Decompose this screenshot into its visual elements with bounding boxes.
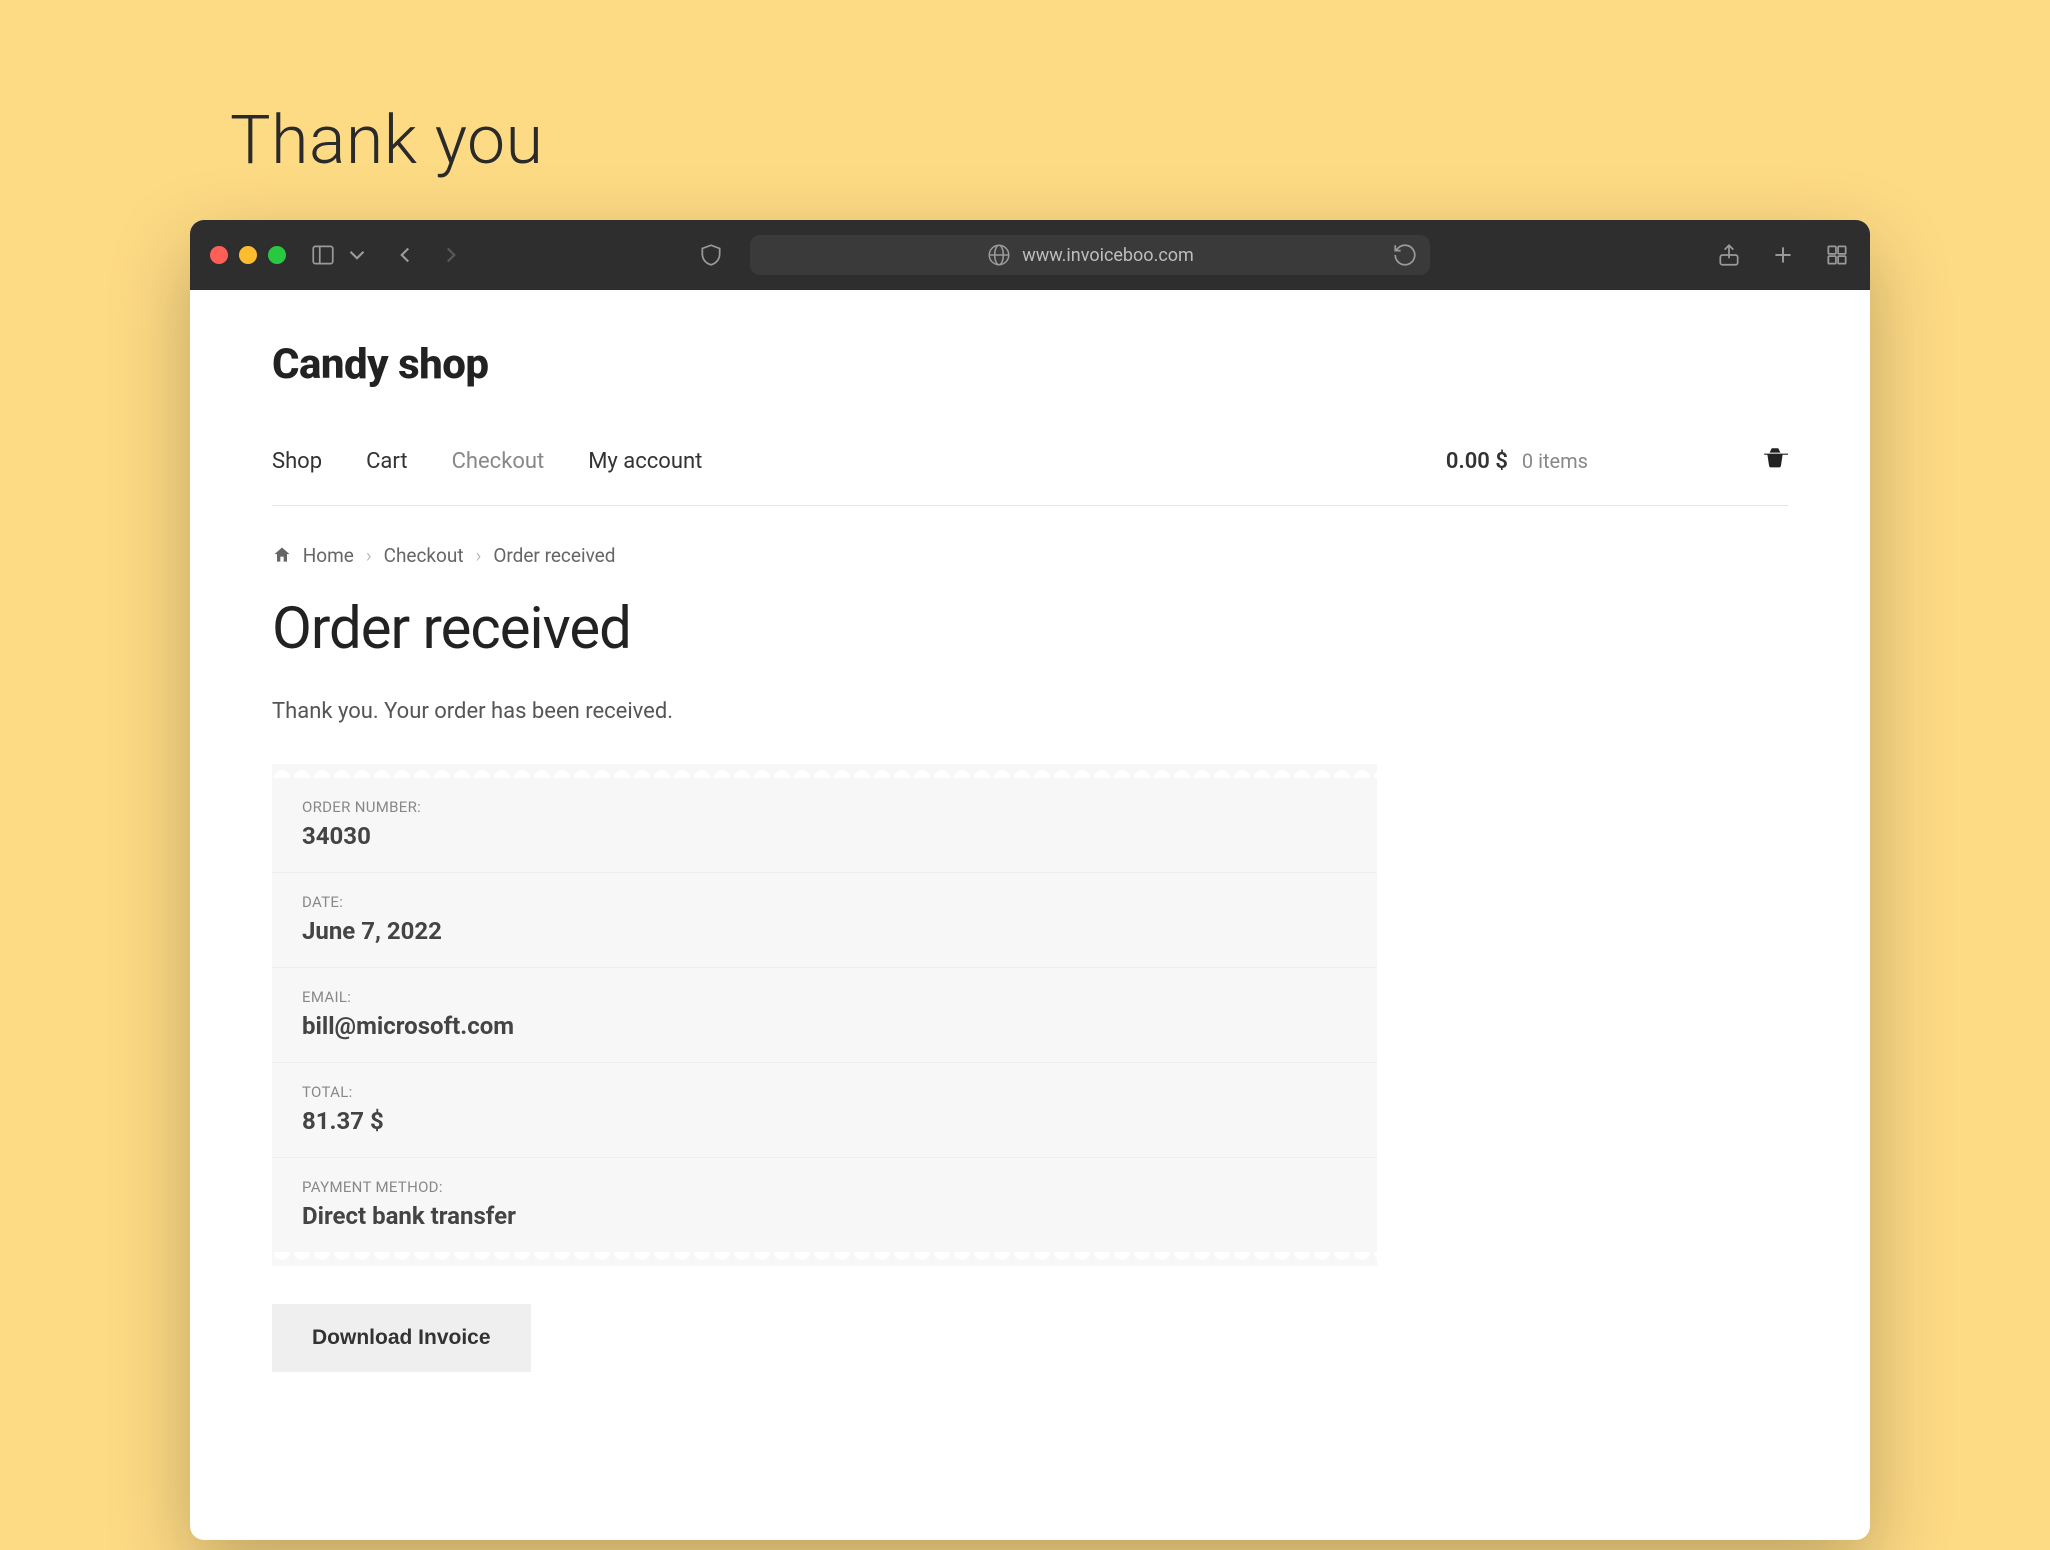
breadcrumb-separator: ›: [366, 544, 372, 567]
globe-icon: [986, 242, 1012, 268]
page-content: Candy shop Shop Cart Checkout My account…: [190, 290, 1870, 1372]
breadcrumb-checkout[interactable]: Checkout: [384, 544, 464, 567]
address-bar-url: www.invoiceboo.com: [1022, 245, 1194, 266]
share-icon[interactable]: [1716, 242, 1742, 268]
receipt-value: June 7, 2022: [302, 917, 1347, 945]
window-controls: [210, 246, 286, 264]
receipt-label: PAYMENT METHOD:: [302, 1178, 1347, 1196]
nav-link-cart[interactable]: Cart: [366, 449, 407, 474]
sidebar-toggle-icon[interactable]: [310, 242, 336, 268]
reload-icon[interactable]: [1392, 242, 1418, 268]
forward-button[interactable]: [438, 242, 464, 268]
maximize-window-button[interactable]: [268, 246, 286, 264]
shield-icon[interactable]: [698, 242, 724, 268]
page-title: Order received: [272, 595, 1788, 663]
receipt-row-date: DATE: June 7, 2022: [272, 873, 1377, 968]
order-receipt: ORDER NUMBER: 34030 DATE: June 7, 2022 E…: [272, 764, 1377, 1266]
browser-window: www.invoiceboo.com Candy shop Shop Car: [190, 220, 1870, 1540]
receipt-value: bill@microsoft.com: [302, 1012, 1347, 1040]
receipt-value: 34030: [302, 822, 1347, 850]
breadcrumb-separator: ›: [476, 544, 482, 567]
cart-item-count: 0 items: [1522, 449, 1588, 473]
receipt-label: TOTAL:: [302, 1083, 1347, 1101]
close-window-button[interactable]: [210, 246, 228, 264]
breadcrumb: Home › Checkout › Order received: [272, 544, 1788, 567]
receipt-label: EMAIL:: [302, 988, 1347, 1006]
cart-total: 0.00 $: [1446, 449, 1508, 474]
breadcrumb-current: Order received: [493, 544, 615, 567]
nav-link-checkout[interactable]: Checkout: [452, 449, 545, 474]
download-invoice-button[interactable]: Download Invoice: [272, 1304, 531, 1372]
back-button[interactable]: [392, 242, 418, 268]
home-icon: [272, 544, 303, 567]
stage-title: Thank you: [230, 100, 544, 180]
site-title[interactable]: Candy shop: [272, 340, 1788, 389]
address-bar[interactable]: www.invoiceboo.com: [750, 235, 1430, 275]
tab-overview-icon[interactable]: [1824, 242, 1850, 268]
primary-nav: Shop Cart Checkout My account 0.00 $ 0 i…: [272, 445, 1788, 506]
chevron-down-icon[interactable]: [344, 242, 370, 268]
receipt-row-order-number: ORDER NUMBER: 34030: [272, 778, 1377, 873]
receipt-row-payment-method: PAYMENT METHOD: Direct bank transfer: [272, 1158, 1377, 1252]
confirmation-message: Thank you. Your order has been received.: [272, 699, 1788, 724]
receipt-row-total: TOTAL: 81.37 $: [272, 1063, 1377, 1158]
receipt-value: 81.37 $: [302, 1107, 1347, 1135]
browser-chrome: www.invoiceboo.com: [190, 220, 1870, 290]
receipt-row-email: EMAIL: bill@microsoft.com: [272, 968, 1377, 1063]
receipt-label: DATE:: [302, 893, 1347, 911]
nav-link-shop[interactable]: Shop: [272, 449, 322, 474]
receipt-value: Direct bank transfer: [302, 1202, 1347, 1230]
breadcrumb-home[interactable]: Home: [272, 544, 354, 567]
nav-link-account[interactable]: My account: [588, 449, 702, 474]
basket-icon[interactable]: [1762, 445, 1788, 477]
receipt-label: ORDER NUMBER:: [302, 798, 1347, 816]
minimize-window-button[interactable]: [239, 246, 257, 264]
cart-summary[interactable]: 0.00 $ 0 items: [1446, 445, 1788, 477]
new-tab-icon[interactable]: [1770, 242, 1796, 268]
